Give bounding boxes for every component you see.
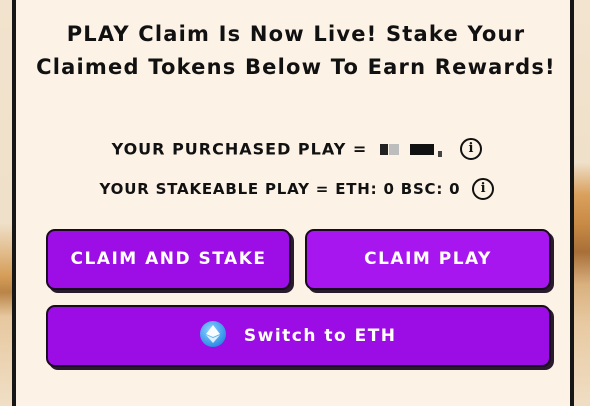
- stakeable-play-row: YOUR STAKEABLE PLAY = ETH: 0 BSC: 0 i: [16, 178, 578, 200]
- claim-panel: PLAY Claim Is Now Live! Stake Your Claim…: [12, 0, 574, 406]
- ethereum-icon: [200, 321, 227, 347]
- claim-and-stake-label: CLAIM AND STAKE: [70, 249, 267, 269]
- claim-play-label: CLAIM PLAY: [364, 249, 492, 269]
- purchased-play-label: YOUR PURCHASED PLAY =: [111, 139, 368, 159]
- purchased-play-row: YOUR PURCHASED PLAY = i: [16, 138, 578, 160]
- claim-and-stake-button[interactable]: CLAIM AND STAKE: [46, 229, 291, 290]
- switch-network-label: Switch to ETH: [243, 326, 397, 346]
- stakeable-play-label: YOUR STAKEABLE PLAY = ETH: 0 BSC: 0: [99, 180, 461, 198]
- info-icon[interactable]: i: [472, 178, 495, 200]
- switch-network-button[interactable]: Switch to ETH: [46, 305, 551, 367]
- claim-headline: PLAY Claim Is Now Live! Stake Your Claim…: [36, 22, 556, 79]
- claim-play-button[interactable]: CLAIM PLAY: [305, 229, 551, 290]
- purchased-play-value-redacted: [378, 141, 448, 157]
- info-icon[interactable]: i: [460, 138, 483, 160]
